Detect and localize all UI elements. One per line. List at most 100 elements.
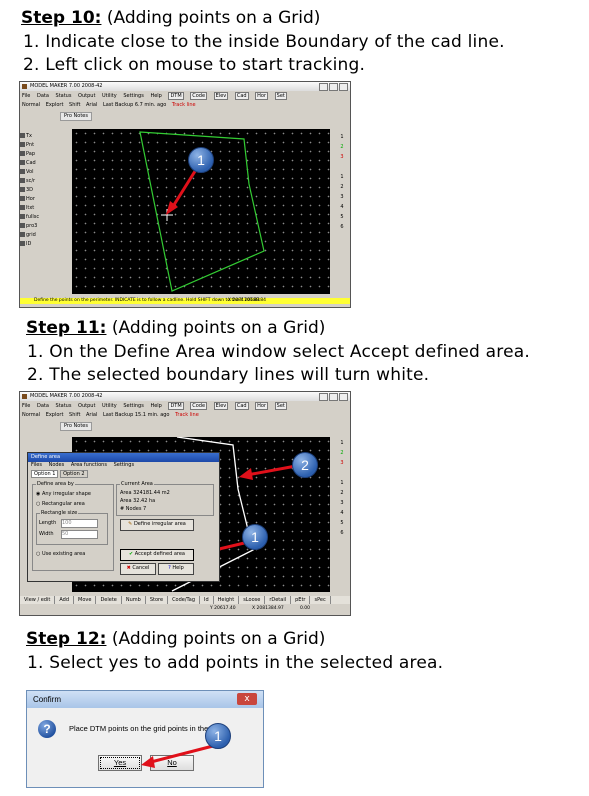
minimize-icon[interactable] (319, 83, 328, 91)
cmd-view-edit[interactable]: View / edit (20, 596, 56, 604)
code-button[interactable]: Code (190, 402, 208, 410)
layer-toggle[interactable] (336, 468, 348, 478)
menu-status[interactable]: Status (56, 403, 72, 409)
layer-toggle[interactable]: 3 (336, 498, 348, 508)
cmd-add[interactable]: Add (55, 596, 75, 604)
dtm-button[interactable]: DTM (168, 402, 184, 410)
tool-item[interactable]: Vol (20, 168, 60, 177)
menu-status[interactable]: Status (56, 93, 72, 99)
layer-toggle[interactable]: 2 (336, 488, 348, 498)
font-select[interactable]: Arial (86, 412, 97, 418)
tool-item[interactable]: ID (20, 240, 60, 249)
layer-toggle[interactable]: 3 (336, 192, 348, 202)
define-irregular-area-button[interactable]: ✎ Define irregular area (120, 519, 194, 531)
layer-toggle[interactable]: 6 (336, 222, 348, 232)
explort-button[interactable]: Explort (46, 412, 64, 418)
menu-utility[interactable]: Utility (102, 93, 117, 99)
accept-defined-area-button[interactable]: ✔ Accept defined area (120, 549, 194, 561)
dtm-button[interactable]: DTM (168, 92, 184, 100)
normal-button[interactable]: Normal (22, 102, 40, 108)
tool-item[interactable]: 3D (20, 186, 60, 195)
cad-button[interactable]: Cad (234, 402, 249, 410)
cancel-button[interactable]: ✖ Cancel (120, 563, 156, 575)
tool-item[interactable]: fullsc (20, 213, 60, 222)
layer-toggle[interactable]: 4 (336, 202, 348, 212)
cmd-move[interactable]: Move (74, 596, 97, 604)
track-line-button[interactable]: Track line (172, 102, 196, 108)
layer-toggle[interactable] (336, 162, 348, 172)
cmd-delete[interactable]: Delete (96, 596, 122, 604)
layer-toggle[interactable]: 6 (336, 528, 348, 538)
tool-item[interactable]: sc/r (20, 177, 60, 186)
tool-item[interactable]: Hor (20, 195, 60, 204)
layer-toggle[interactable]: 1 (336, 132, 348, 142)
tab-option-2[interactable]: Option 2 (60, 470, 88, 478)
elev-button[interactable]: Elev (213, 92, 229, 100)
track-line-button[interactable]: Track line (175, 412, 199, 418)
elev-button[interactable]: Elev (213, 402, 229, 410)
shift-button[interactable]: Shift (69, 102, 80, 108)
layer-toggle[interactable]: 4 (336, 508, 348, 518)
font-select[interactable]: Arial (86, 102, 97, 108)
tab-option-1[interactable]: Option 1 (31, 470, 59, 478)
menu-help[interactable]: Help (150, 403, 161, 409)
cmd-spec[interactable]: sPec (310, 596, 331, 604)
hor-button[interactable]: Hor (255, 402, 269, 410)
menu-data[interactable]: Data (37, 93, 49, 99)
cmd-numb[interactable]: Numb (122, 596, 146, 604)
layer-toggle[interactable]: 5 (336, 518, 348, 528)
menu-settings[interactable]: Settings (114, 462, 135, 468)
cmd-code-tag[interactable]: Code/Tag (168, 596, 201, 604)
maximize-icon[interactable] (329, 393, 338, 401)
layer-toggle[interactable]: 1 (336, 172, 348, 182)
layer-toggle[interactable]: 1 (336, 438, 348, 448)
radio-any-irregular[interactable]: ◉ Any irregular shape (36, 491, 91, 497)
menu-help[interactable]: Help (150, 93, 161, 99)
cmd-store[interactable]: Store (146, 596, 169, 604)
set-button[interactable]: Set (274, 92, 287, 100)
cmd-height[interactable]: Height (214, 596, 240, 604)
tool-item[interactable]: pro3 (20, 222, 60, 231)
width-input[interactable]: 50 (61, 530, 98, 539)
menu-utility[interactable]: Utility (102, 403, 117, 409)
layer-toggle[interactable]: 2 (336, 182, 348, 192)
help-button[interactable]: ? Help (158, 563, 194, 575)
tool-item[interactable]: Tx (20, 132, 60, 141)
menu-area-functions[interactable]: Area functions (71, 462, 107, 468)
shift-button[interactable]: Shift (69, 412, 80, 418)
tool-item[interactable]: grid (20, 231, 60, 240)
menu-nodes[interactable]: Nodes (49, 462, 65, 468)
menu-settings[interactable]: Settings (123, 93, 144, 99)
layer-toggle[interactable]: 5 (336, 212, 348, 222)
layer-toggle[interactable]: 3 (336, 152, 348, 162)
close-icon[interactable] (339, 393, 348, 401)
layer-toggle[interactable]: 1 (336, 478, 348, 488)
menu-settings[interactable]: Settings (123, 403, 144, 409)
hor-button[interactable]: Hor (255, 92, 269, 100)
close-icon[interactable] (339, 83, 348, 91)
radio-rectangular[interactable]: ○ Rectangular area (36, 501, 85, 507)
cmd-id[interactable]: Id (200, 596, 214, 604)
length-input[interactable]: 100 (61, 519, 98, 528)
maximize-icon[interactable] (329, 83, 338, 91)
layer-toggle[interactable]: 2 (336, 142, 348, 152)
menu-file[interactable]: File (22, 93, 30, 99)
cmd-sloose[interactable]: sLoose (239, 596, 266, 604)
menu-output[interactable]: Output (78, 403, 95, 409)
cad-button[interactable]: Cad (234, 92, 249, 100)
layer-toggle[interactable]: 2 (336, 448, 348, 458)
cmd-petr[interactable]: pEtr (291, 596, 311, 604)
menu-output[interactable]: Output (78, 93, 95, 99)
cmd-rdetail[interactable]: rDetail (265, 596, 292, 604)
tab-pro-notes[interactable]: Pro Notes (60, 422, 92, 431)
tab-pro-notes[interactable]: Pro Notes (60, 112, 92, 121)
code-button[interactable]: Code (190, 92, 208, 100)
normal-button[interactable]: Normal (22, 412, 40, 418)
minimize-icon[interactable] (319, 393, 328, 401)
tool-item[interactable]: Cad (20, 159, 60, 168)
set-button[interactable]: Set (274, 402, 287, 410)
menu-data[interactable]: Data (37, 403, 49, 409)
menu-files[interactable]: Files (31, 462, 42, 468)
tool-item[interactable]: Pnt (20, 141, 60, 150)
menu-file[interactable]: File (22, 403, 30, 409)
